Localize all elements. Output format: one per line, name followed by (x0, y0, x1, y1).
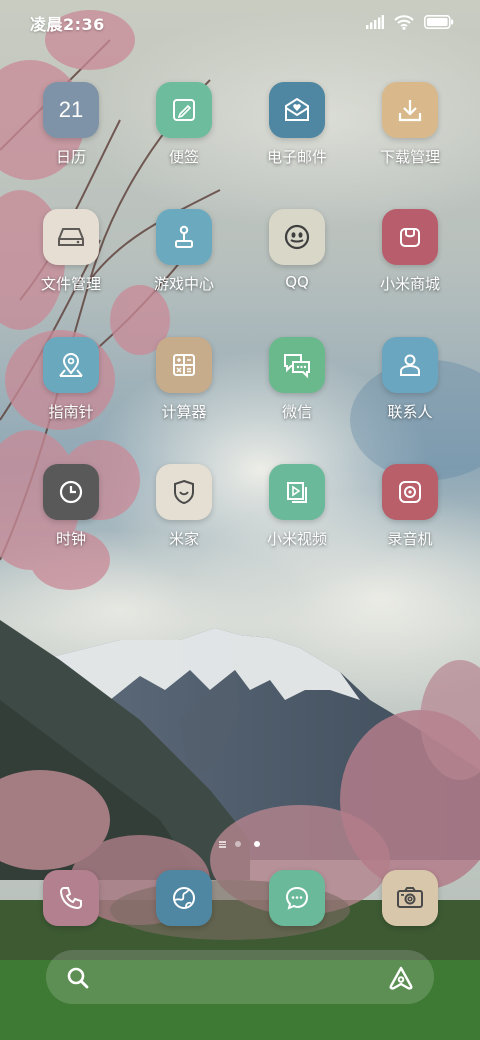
video-icon[interactable] (269, 464, 325, 520)
app-download-manager[interactable]: 下载管理 (360, 82, 460, 192)
app-qq[interactable]: QQ (247, 209, 347, 319)
app-label: 小米视频 (266, 530, 327, 548)
battery-icon (424, 15, 454, 29)
app-row: 21 日历 便签 电子邮件 下载管理 (0, 82, 480, 202)
app-label: 游戏中心 (153, 275, 214, 293)
app-game-center[interactable]: 游戏中心 (134, 209, 234, 319)
app-mi-video[interactable]: 小米视频 (247, 464, 347, 574)
contact-icon[interactable] (382, 337, 438, 393)
calendar-icon[interactable]: 21 (43, 82, 99, 138)
wifi-icon (394, 14, 414, 30)
app-label: 计算器 (161, 403, 207, 421)
calendar-day-number: 21 (58, 97, 84, 122)
app-label: 文件管理 (40, 275, 101, 293)
camera-icon[interactable] (382, 870, 438, 926)
app-calendar[interactable]: 21 日历 (21, 82, 121, 192)
search-bar[interactable] (46, 950, 434, 1004)
file-drive-icon[interactable] (43, 209, 99, 265)
phone-icon[interactable] (43, 870, 99, 926)
app-label: 小米商城 (379, 275, 440, 293)
search-icon[interactable] (64, 964, 92, 992)
app-file-manager[interactable]: 文件管理 (21, 209, 121, 319)
app-label: 米家 (168, 530, 199, 548)
app-wechat[interactable]: 微信 (247, 337, 347, 447)
app-mijia[interactable]: 米家 (134, 464, 234, 574)
app-compass[interactable]: 指南针 (21, 337, 121, 447)
app-row: 指南针 计算器 微信 联系人 (0, 337, 480, 457)
status-icons (366, 12, 454, 32)
app-clock[interactable]: 时钟 (21, 464, 121, 574)
clock-icon[interactable] (43, 464, 99, 520)
app-email[interactable]: 电子邮件 (247, 82, 347, 192)
app-row: 时钟 米家 小米视频 录音机 (0, 464, 480, 584)
qq-penguin-icon[interactable] (269, 209, 325, 265)
app-row: 文件管理 游戏中心 QQ 小米商城 (0, 209, 480, 329)
dock (0, 870, 480, 930)
app-recorder[interactable]: 录音机 (360, 464, 460, 574)
app-mi-store[interactable]: 小米商城 (360, 209, 460, 319)
app-label: 下载管理 (379, 148, 440, 166)
calculator-icon[interactable] (156, 337, 212, 393)
minus-one-screen-icon (219, 841, 226, 848)
app-label: 联系人 (387, 403, 433, 421)
notes-icon[interactable] (156, 82, 212, 138)
app-label: 微信 (281, 403, 312, 421)
app-label: 指南针 (48, 403, 94, 421)
status-bar: 凌晨2:36 (0, 0, 480, 44)
shield-smile-icon[interactable] (156, 464, 212, 520)
browser-icon[interactable] (156, 870, 212, 926)
app-calculator[interactable]: 计算器 (134, 337, 234, 447)
app-notes[interactable]: 便签 (134, 82, 234, 192)
email-icon[interactable] (269, 82, 325, 138)
map-pin-icon[interactable] (43, 337, 99, 393)
recorder-icon[interactable] (382, 464, 438, 520)
assistant-icon[interactable] (386, 964, 416, 992)
signal-icon (366, 15, 384, 29)
app-label: 录音机 (387, 530, 433, 548)
app-label: QQ (285, 273, 309, 291)
app-label: 电子邮件 (266, 148, 327, 166)
app-label: 时钟 (55, 530, 86, 548)
page-dot (235, 841, 241, 847)
page-dot-active (254, 841, 260, 847)
joystick-icon[interactable] (156, 209, 212, 265)
message-icon[interactable] (269, 870, 325, 926)
download-icon[interactable] (382, 82, 438, 138)
app-label: 日历 (55, 148, 86, 166)
app-contacts[interactable]: 联系人 (360, 337, 460, 447)
status-time: 凌晨2:36 (30, 15, 105, 34)
page-indicator (0, 840, 480, 848)
app-label: 便签 (168, 148, 199, 166)
wechat-icon[interactable] (269, 337, 325, 393)
shop-bag-icon[interactable] (382, 209, 438, 265)
